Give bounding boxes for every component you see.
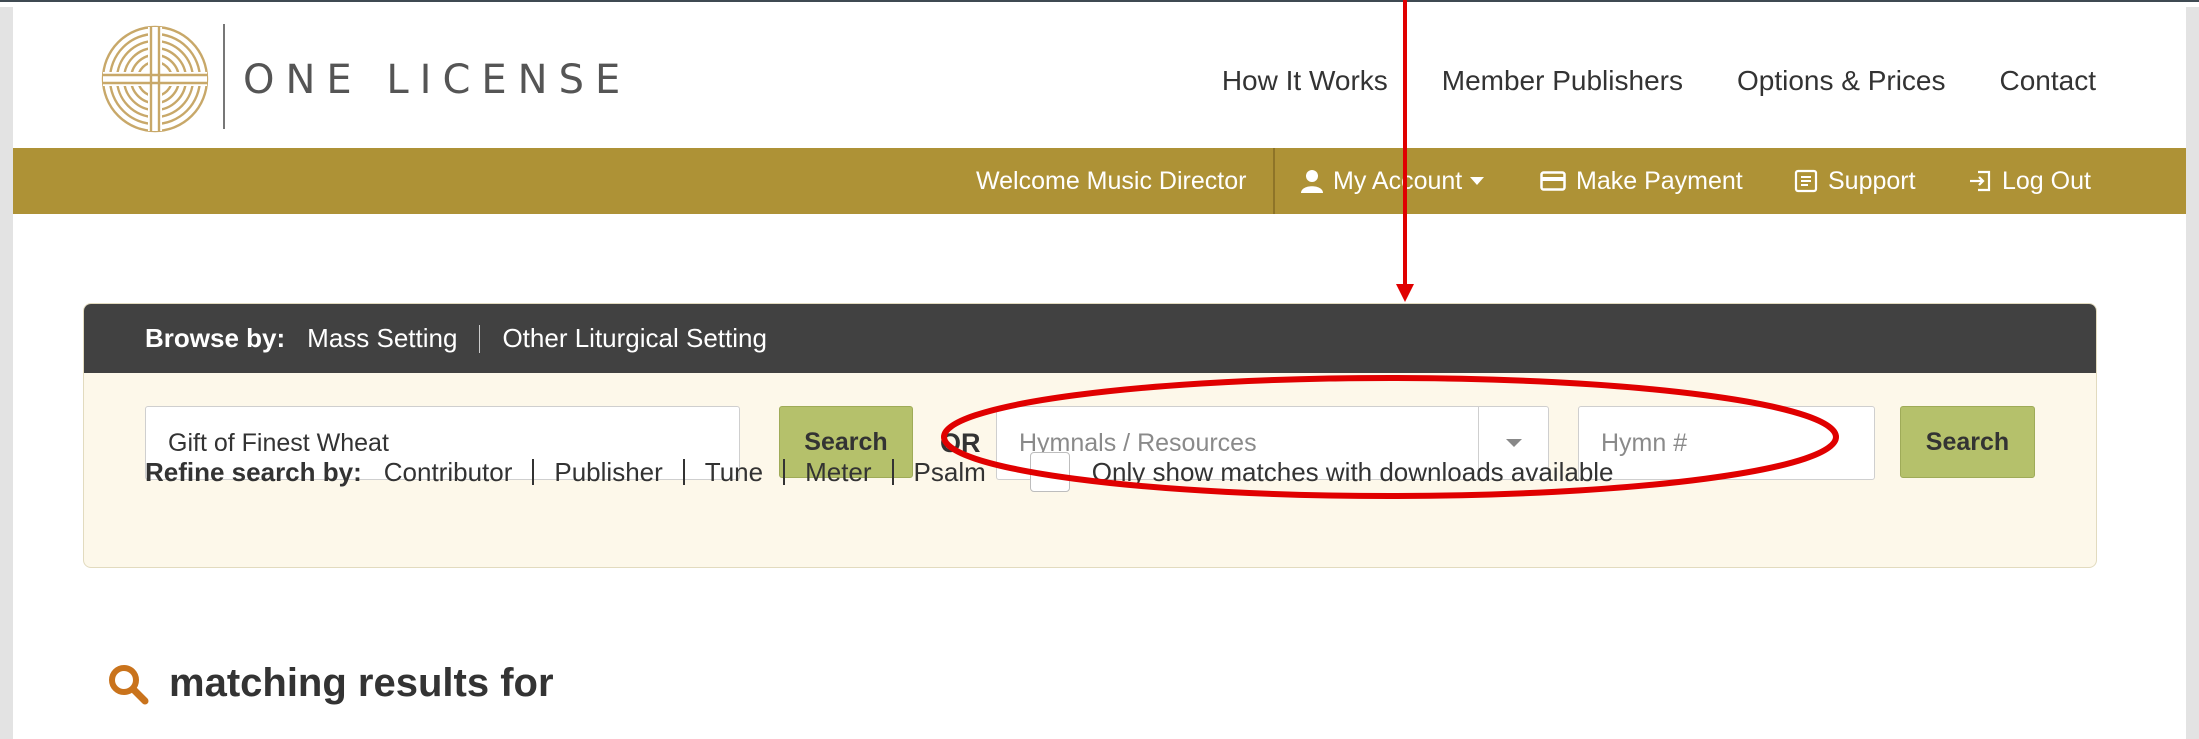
log-out-label: Log Out [2002,166,2091,195]
log-out-link[interactable]: Log Out [1968,148,2091,214]
brand-name[interactable]: ONE LICENSE [243,57,631,103]
user-icon [1301,170,1323,193]
welcome-text: Welcome Music Director [976,166,1247,195]
account-bar-divider [1273,148,1275,214]
refine-tune[interactable]: Tune [705,457,763,488]
downloads-only-checkbox[interactable] [1029,452,1070,492]
refine-divider [682,459,685,485]
refine-divider [891,459,894,485]
credit-card-icon [1540,171,1566,191]
my-account-label: My Account [1333,166,1463,195]
browse-bar: Browse by: Mass Setting Other Liturgical… [84,304,2096,373]
hymn-number-input[interactable]: Hymn # [1578,406,1875,480]
refine-publisher[interactable]: Publisher [554,457,662,488]
search-icon [109,664,149,704]
browse-mass-setting[interactable]: Mass Setting [307,323,457,354]
browse-divider [479,324,481,353]
browse-other-liturgical-setting[interactable]: Other Liturgical Setting [502,323,766,354]
support-label: Support [1828,166,1916,195]
nav-member-publishers[interactable]: Member Publishers [1442,65,1683,97]
search-panel: Browse by: Mass Setting Other Liturgical… [83,303,2097,568]
refine-search-row: Refine search by: Contributor Publisher … [145,452,1614,492]
results-heading-text: matching results for [169,661,554,705]
caret-down-icon [1470,177,1485,185]
nav-how-it-works[interactable]: How It Works [1222,65,1388,97]
support-link[interactable]: Support [1794,148,1916,214]
caret-down-icon [1505,439,1522,447]
refine-meter[interactable]: Meter [805,457,871,488]
logo-divider [223,24,225,129]
make-payment-link[interactable]: Make Payment [1540,148,1743,214]
refine-psalm[interactable]: Psalm [914,457,986,488]
main-nav: How It Works Member Publishers Options &… [1222,65,2096,97]
log-out-icon [1970,170,1991,192]
refine-label: Refine search by: [145,456,362,487]
one-license-logo-icon[interactable] [100,24,210,134]
refine-contributor[interactable]: Contributor [384,457,513,488]
refine-divider [783,459,786,485]
nav-contact[interactable]: Contact [2000,65,2097,97]
make-payment-label: Make Payment [1576,166,1743,195]
results-heading: matching results for [107,661,554,706]
page: ONE LICENSE How It Works Member Publishe… [13,7,2186,739]
hymnal-search-button[interactable]: Search [1900,406,2035,478]
downloads-only-label[interactable]: Only show matches with downloads availab… [1092,457,1614,488]
window-top-border [0,0,2199,7]
nav-options-prices[interactable]: Options & Prices [1737,65,1946,97]
refine-divider [532,459,535,485]
browse-by-label: Browse by: [145,323,286,353]
support-document-icon [1794,169,1818,193]
my-account-menu[interactable]: My Account [1301,148,1485,214]
account-bar: Welcome Music Director My Account Make P… [13,148,2186,214]
